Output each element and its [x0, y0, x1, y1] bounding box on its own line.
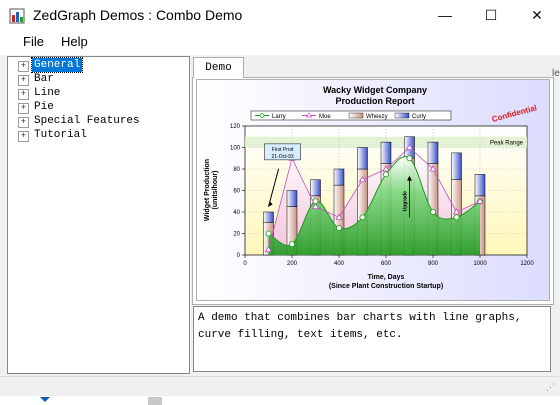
tree-item-special-features[interactable]: + Special Features [18, 114, 142, 128]
tree-item-tutorial[interactable]: + Tutorial [18, 128, 89, 142]
scroll-block [148, 397, 162, 405]
legend-label: Moe [319, 114, 331, 120]
larry-point [382, 171, 389, 178]
bar-curly [286, 190, 298, 207]
tree-item-line[interactable]: + Line [18, 86, 62, 100]
bar-curly [451, 152, 462, 180]
bar-curly [357, 147, 368, 170]
y-tick-label: 20 [233, 232, 240, 238]
expand-icon[interactable]: + [18, 103, 29, 114]
menu-file[interactable]: File [23, 34, 44, 49]
legend-swatch-wheezy [348, 112, 364, 119]
app-icon [9, 8, 25, 24]
tree-item-label: Special Features [34, 115, 140, 127]
larry-point [429, 208, 436, 215]
tree-item-label: Line [34, 87, 61, 99]
legend-label: Curly [412, 114, 426, 120]
expand-icon[interactable]: + [18, 131, 29, 142]
chart-subtitle: Production Report [336, 96, 415, 106]
y-tick-label: 40 [233, 210, 240, 216]
larry-point [359, 214, 366, 221]
expand-icon[interactable]: + [18, 61, 29, 72]
x-axis-sublabel: (Since Plant Construction Startup) [329, 283, 443, 290]
y-tick-label: 100 [230, 146, 241, 152]
tree-item-pie[interactable]: + Pie [18, 100, 56, 114]
window-title: ZedGraph Demos : Combo Demo [33, 7, 243, 23]
tree-item-general[interactable]: + General [18, 57, 84, 73]
larry-point [335, 225, 342, 232]
larry-point [265, 230, 272, 237]
tree-item-label: General [30, 57, 84, 73]
larry-point [453, 214, 460, 221]
status-bar [0, 376, 560, 397]
legend-marker-larry [259, 113, 265, 118]
clipped-text: le [552, 68, 560, 79]
larry-point [406, 155, 413, 162]
bottom-strip [0, 396, 560, 405]
y-tick-label: 80 [233, 167, 240, 173]
bar-curly [333, 168, 345, 186]
expand-icon[interactable]: + [18, 75, 29, 86]
x-tick-label: 800 [428, 261, 439, 267]
tree-item-bar[interactable]: + Bar [18, 72, 56, 86]
bar-curly [263, 211, 274, 223]
maximize-button[interactable]: ☐ [468, 0, 514, 31]
x-tick-label: 1000 [473, 261, 487, 267]
first-prod-date: 21-Oct-93 [271, 154, 293, 160]
first-prod-label: First Prod [272, 147, 294, 153]
x-tick-label: 1200 [520, 261, 534, 267]
menu-help[interactable]: Help [61, 34, 88, 49]
expand-icon[interactable]: + [18, 117, 29, 128]
combo-chart[interactable]: Wacky Widget Company Production Report C… [196, 79, 550, 301]
chart-legend: Larry Moe Wheezy Curly [250, 110, 452, 121]
y-tick-label: 120 [230, 124, 241, 130]
bar-curly [310, 179, 321, 197]
legend-swatch-curly [394, 112, 410, 119]
x-tick-label: 400 [334, 261, 345, 267]
upgrade-label: Upgrade [403, 191, 409, 212]
bar-curly [427, 141, 439, 164]
chart-title: Wacky Widget Company [323, 85, 427, 95]
x-tick-label: 600 [381, 261, 392, 267]
legend-label: Larry [272, 114, 286, 120]
y-axis-label: Widget Production [204, 159, 211, 221]
tree-item-label: Tutorial [34, 129, 87, 141]
tree-item-label: Pie [34, 101, 54, 113]
resize-grip-icon[interactable]: ⋰ [546, 382, 555, 393]
arrow-down-icon [40, 397, 50, 402]
minimize-button[interactable]: — [422, 0, 468, 31]
bar-curly [474, 174, 486, 197]
peak-range-label: Peak Range [490, 140, 524, 146]
y-axis-label-units: (units/hour) [212, 171, 219, 210]
tab-demo[interactable]: Demo [193, 57, 244, 78]
tree-item-label: Bar [34, 73, 54, 85]
expand-icon[interactable]: + [18, 89, 29, 100]
bar-curly [380, 141, 392, 164]
close-button[interactable]: ✕ [514, 0, 560, 31]
legend-label: Wheezy [366, 114, 388, 120]
x-axis-label: Time, Days [368, 274, 405, 281]
x-tick-label: 200 [287, 261, 298, 267]
y-tick-label: 60 [233, 189, 240, 195]
demo-description[interactable]: A demo that combines bar charts with lin… [193, 306, 551, 372]
larry-point [289, 241, 296, 248]
plot-layer: Peak Range First Prod21-Oct-93 Upgrade [245, 126, 527, 256]
